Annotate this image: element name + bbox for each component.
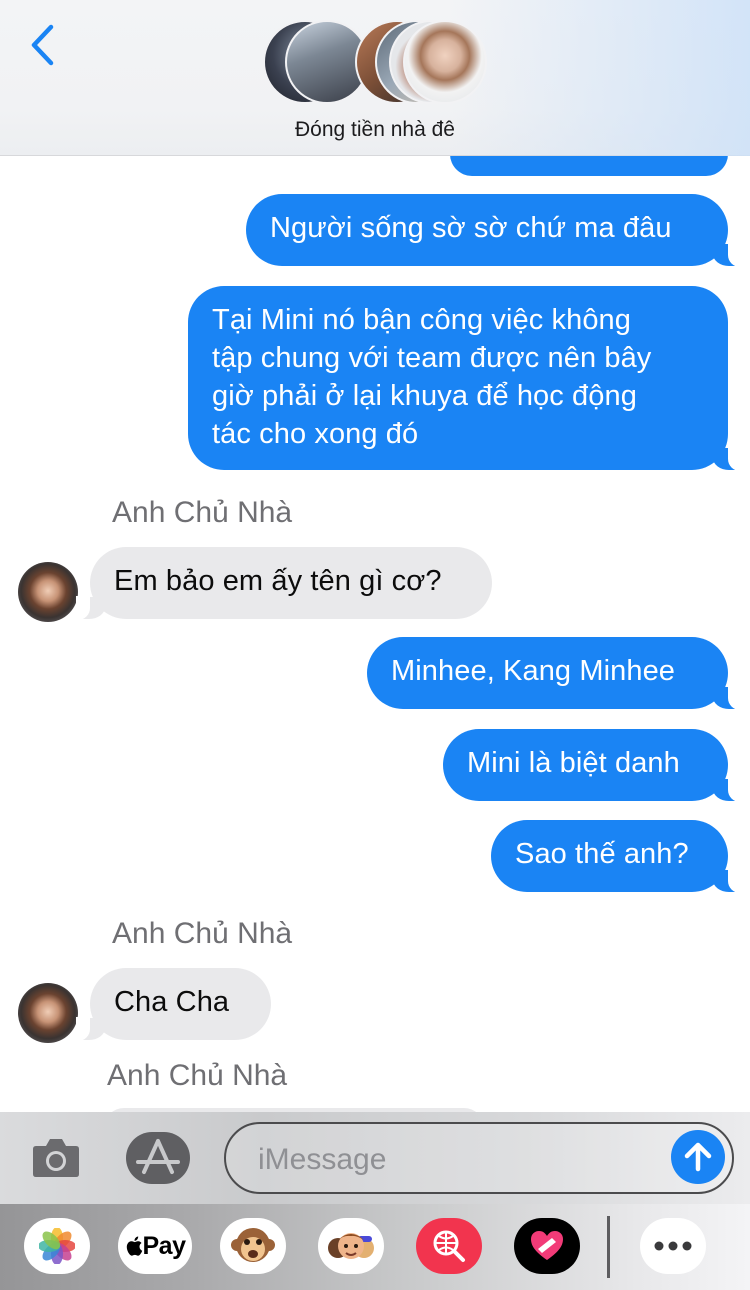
more-apps-button[interactable] [640,1218,706,1274]
sender-avatar[interactable] [18,983,78,1043]
chevron-left-icon [31,24,54,66]
app-drawer: Pay [0,1204,750,1290]
more-dots-icon [654,1241,692,1251]
arrow-up-icon [684,1142,712,1172]
monkey-animoji-icon [231,1228,275,1262]
message-bubble-outgoing[interactable]: Mini là biệt danh [443,729,742,802]
message-input-bar: iMessage [0,1112,750,1204]
back-button[interactable] [22,22,62,68]
image-search-app-button[interactable] [416,1218,482,1274]
apple-pay-app-button[interactable]: Pay [118,1218,192,1274]
memoji-app-button[interactable] [318,1218,384,1274]
apple-pay-label: Pay [142,1231,186,1260]
send-button[interactable] [671,1130,725,1184]
message-bubble-outgoing[interactable]: Tại Mini nó bận công việc không tập chun… [188,286,742,471]
camera-button[interactable] [30,1134,82,1180]
sender-avatar[interactable] [18,562,78,622]
digital-touch-app-button[interactable] [514,1218,580,1274]
group-member-avatar [403,20,487,104]
message-bubble-incoming[interactable]: Em bảo em ấy tên gì cơ? [76,547,492,620]
drawer-separator [607,1216,610,1278]
memoji-stickers-icon [328,1233,374,1259]
sender-name: Anh Chủ Nhà [112,917,293,950]
group-avatar-stack[interactable] [263,20,489,104]
message-bubble-incoming[interactable]: Cha Cha [76,968,271,1041]
conversation-header: Đóng tiền nhà đê [0,0,750,156]
heart-touch-icon [531,1231,563,1260]
globe-search-icon [433,1230,465,1262]
message-bubble-outgoing[interactable]: Minhee, Kang Minhee [367,637,742,710]
message-bubble-outgoing[interactable]: Sao thế anh? [491,820,742,893]
photos-icon [39,1228,75,1264]
sender-name: Anh Chủ Nhà [112,496,293,529]
message-bubble-outgoing[interactable]: Người sống sờ sờ chứ ma đâu [246,194,742,267]
message-input-placeholder: iMessage [258,1143,387,1176]
camera-icon [33,1139,79,1177]
apple-logo-icon [126,1236,142,1256]
photos-app-button[interactable] [24,1218,90,1274]
message-input[interactable]: iMessage [224,1122,734,1194]
sender-name: Anh Chủ Nhà [107,1059,288,1092]
app-store-icon [126,1132,190,1184]
app-store-button[interactable] [126,1132,190,1184]
group-name[interactable]: Đóng tiền nhà đê [0,118,750,142]
animoji-app-button[interactable] [220,1218,286,1274]
